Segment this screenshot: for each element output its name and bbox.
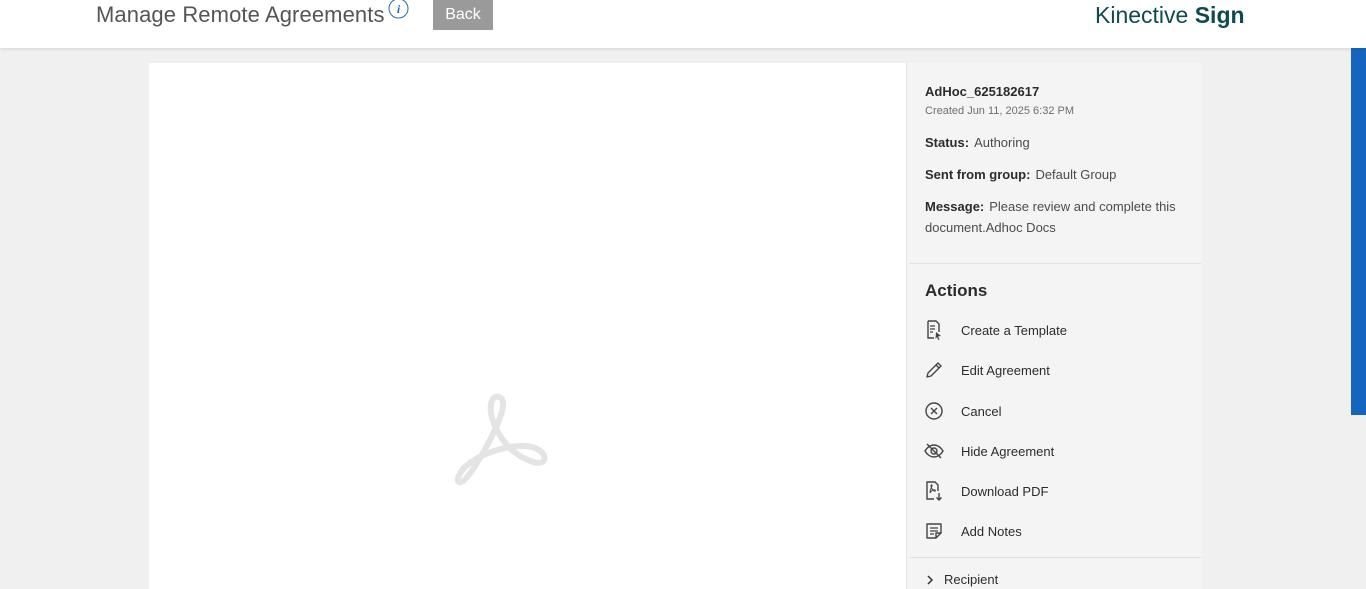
- download-pdf-action[interactable]: Download PDF: [923, 477, 1173, 505]
- agreement-side-panel: AdHoc_625182617 Created Jun 11, 2025 6:3…: [906, 63, 1202, 589]
- recipient-label: Recipient: [944, 572, 999, 587]
- action-label: Hide Agreement: [961, 443, 1055, 459]
- edit-agreement-action[interactable]: Edit Agreement: [923, 356, 1173, 384]
- document-preview: [149, 63, 906, 589]
- action-label: Edit Agreement: [961, 362, 1050, 378]
- status-row: Status: Authoring: [925, 132, 1187, 153]
- chevron-right-icon: [925, 574, 935, 586]
- info-icon[interactable]: i: [388, 0, 409, 19]
- eye-hidden-icon: [923, 440, 945, 462]
- group-row: Sent from group: Default Group: [925, 164, 1187, 185]
- back-button[interactable]: Back: [433, 0, 493, 30]
- action-label: Create a Template: [961, 322, 1067, 338]
- action-label: Download PDF: [961, 483, 1049, 499]
- divider: [909, 557, 1201, 558]
- pencil-icon: [923, 359, 945, 381]
- notes-icon: [923, 520, 945, 542]
- hide-agreement-action[interactable]: Hide Agreement: [923, 437, 1173, 465]
- download-pdf-icon: [923, 480, 945, 502]
- agreement-name: AdHoc_625182617: [925, 84, 1040, 99]
- recipient-toggle[interactable]: Recipient: [925, 572, 998, 587]
- template-icon: [923, 319, 945, 341]
- group-label: Sent from group:: [925, 167, 1031, 182]
- action-label: Cancel: [961, 403, 1002, 419]
- action-label: Add Notes: [961, 523, 1022, 539]
- top-header: Manage Remote Agreements i Back Kinectiv…: [0, 0, 1366, 48]
- status-value: Authoring: [974, 135, 1030, 150]
- status-label: Status:: [925, 135, 970, 150]
- brand-bold: Sign: [1194, 2, 1245, 28]
- group-value: Default Group: [1035, 167, 1117, 182]
- add-notes-action[interactable]: Add Notes: [923, 517, 1173, 545]
- create-template-action[interactable]: Create a Template: [923, 316, 1173, 344]
- svg-text:i: i: [397, 2, 401, 16]
- brand-prefix: Kinective: [1095, 2, 1195, 28]
- page-title: Manage Remote Agreements: [96, 2, 385, 27]
- acrobat-logo-icon: [449, 390, 555, 492]
- created-date: Created Jun 11, 2025 6:32 PM: [925, 105, 1075, 117]
- cancel-action[interactable]: Cancel: [923, 397, 1173, 425]
- scroll-indicator[interactable]: [1351, 48, 1366, 415]
- cancel-circle-icon: [923, 400, 945, 422]
- actions-heading: Actions: [925, 281, 988, 300]
- message-row: Message: Please review and complete this …: [925, 196, 1187, 238]
- brand-logo: Kinective Sign: [1095, 2, 1245, 29]
- message-label: Message:: [925, 199, 985, 214]
- divider: [909, 263, 1201, 264]
